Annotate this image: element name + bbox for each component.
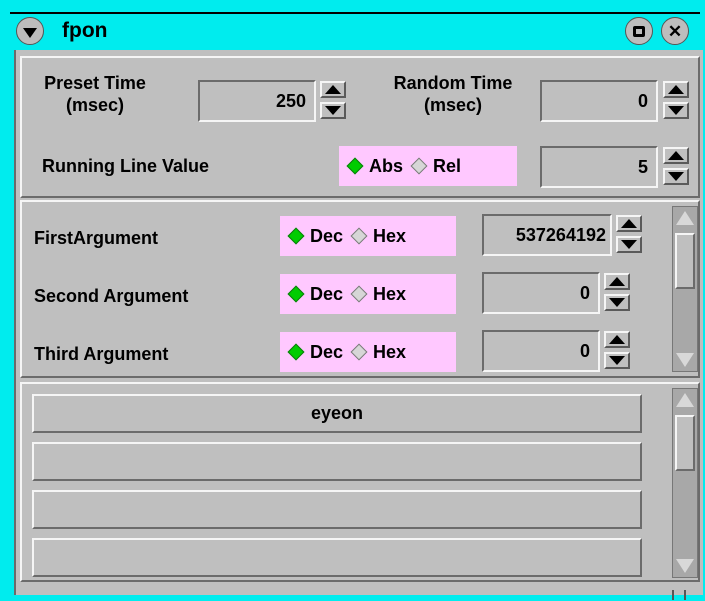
second-spin-up-button[interactable] <box>604 273 630 290</box>
third-spin-down-button[interactable] <box>604 352 630 369</box>
running-rel-radio[interactable]: Rel <box>410 155 462 177</box>
first-argument-spinner <box>616 215 642 253</box>
running-abs-radio[interactable]: Abs <box>346 155 404 177</box>
radio-on-icon <box>287 227 305 245</box>
scroll-up-icon[interactable] <box>676 393 694 407</box>
spin-down-icon <box>325 106 341 115</box>
maximize-button[interactable] <box>625 17 653 45</box>
preset-spin-down-button[interactable] <box>320 102 346 119</box>
app-window: fpon ✕ Preset Time (msec) 250 Random Tim… <box>0 0 705 601</box>
running-spin-up-button[interactable] <box>663 147 689 164</box>
preset-time-spinner <box>320 81 346 119</box>
spin-down-icon <box>668 172 684 181</box>
third-hex-label: Hex <box>373 341 407 362</box>
spin-up-icon <box>325 85 341 94</box>
radio-off-icon <box>350 285 368 303</box>
second-dec-label: Dec <box>310 283 344 304</box>
radio-on-icon <box>287 343 305 361</box>
first-argument-label: FirstArgument <box>34 228 159 248</box>
running-mode-radio-group: Abs Rel <box>339 146 517 186</box>
first-dec-radio[interactable]: Dec <box>287 225 344 247</box>
arguments-panel: FirstArgument Dec Hex 537264192 Second A… <box>20 200 700 378</box>
third-dec-radio[interactable]: Dec <box>287 341 344 363</box>
radio-off-icon <box>350 227 368 245</box>
close-button[interactable]: ✕ <box>661 17 689 45</box>
random-spin-up-button[interactable] <box>663 81 689 98</box>
arguments-scrollbar[interactable] <box>672 206 698 372</box>
random-spin-down-button[interactable] <box>663 102 689 119</box>
third-dec-label: Dec <box>310 341 344 362</box>
second-dec-radio[interactable]: Dec <box>287 283 344 305</box>
first-dec-label: Dec <box>310 225 344 246</box>
maximize-icon <box>633 25 645 37</box>
second-argument-field[interactable]: 0 <box>482 272 600 314</box>
running-rel-label: Rel <box>433 155 462 176</box>
scroll-up-icon[interactable] <box>676 211 694 225</box>
spin-down-icon <box>621 240 637 249</box>
radio-on-icon <box>287 285 305 303</box>
second-argument-label: Second Argument <box>34 286 189 306</box>
first-hex-radio[interactable]: Hex <box>350 225 407 247</box>
close-icon: ✕ <box>667 21 683 41</box>
menu-down-icon <box>23 27 37 38</box>
spin-down-icon <box>609 298 625 307</box>
third-hex-radio[interactable]: Hex <box>350 341 407 363</box>
second-argument-spinner <box>604 273 630 311</box>
title-bar[interactable]: fpon ✕ <box>10 12 700 50</box>
arguments-scroll-thumb[interactable] <box>675 233 695 289</box>
third-argument-field[interactable]: 0 <box>482 330 600 372</box>
second-spin-down-button[interactable] <box>604 294 630 311</box>
spin-up-icon <box>668 85 684 94</box>
preset-time-field[interactable]: 250 <box>198 80 316 122</box>
spin-down-icon <box>668 106 684 115</box>
list-scrollbar[interactable] <box>672 388 698 578</box>
spin-up-icon <box>609 335 625 344</box>
second-argument-radio-group: Dec Hex <box>280 274 456 314</box>
first-spin-down-button[interactable] <box>616 236 642 253</box>
list-item[interactable] <box>32 490 642 529</box>
spin-down-icon <box>609 356 625 365</box>
third-argument-label: Third Argument <box>34 344 169 364</box>
window-title: fpon <box>62 19 108 42</box>
first-spin-up-button[interactable] <box>616 215 642 232</box>
running-abs-label: Abs <box>369 155 404 176</box>
running-line-label: Running Line Value <box>42 156 210 176</box>
radio-off-icon <box>350 343 368 361</box>
random-time-field[interactable]: 0 <box>540 80 658 122</box>
radio-off-icon <box>410 157 428 175</box>
list-item[interactable]: eyeon <box>32 394 642 433</box>
running-line-field[interactable]: 5 <box>540 146 658 188</box>
first-hex-label: Hex <box>373 225 407 246</box>
random-time-spinner <box>663 81 689 119</box>
third-spin-up-button[interactable] <box>604 331 630 348</box>
second-hex-label: Hex <box>373 283 407 304</box>
timing-panel: Preset Time (msec) 250 Random Time (msec… <box>20 56 700 198</box>
resize-grip-icon[interactable] <box>672 590 686 600</box>
third-argument-spinner <box>604 331 630 369</box>
spin-up-icon <box>609 277 625 286</box>
first-argument-field[interactable]: 537264192 <box>482 214 612 256</box>
running-spin-down-button[interactable] <box>663 168 689 185</box>
preset-time-label: Preset Time (msec) <box>44 73 146 115</box>
spin-up-icon <box>621 219 637 228</box>
window-body: Preset Time (msec) 250 Random Time (msec… <box>14 50 703 595</box>
list-item[interactable] <box>32 538 642 577</box>
third-argument-radio-group: Dec Hex <box>280 332 456 372</box>
spin-up-icon <box>668 151 684 160</box>
scroll-down-icon[interactable] <box>676 353 694 367</box>
scroll-down-icon[interactable] <box>676 559 694 573</box>
list-item[interactable] <box>32 442 642 481</box>
window-menu-button[interactable] <box>16 17 44 45</box>
list-scroll-thumb[interactable] <box>675 415 695 471</box>
first-argument-radio-group: Dec Hex <box>280 216 456 256</box>
list-panel: eyeon <box>20 382 700 582</box>
second-hex-radio[interactable]: Hex <box>350 283 407 305</box>
radio-on-icon <box>346 157 364 175</box>
preset-spin-up-button[interactable] <box>320 81 346 98</box>
random-time-label: Random Time (msec) <box>393 73 513 115</box>
running-line-spinner <box>663 147 689 185</box>
